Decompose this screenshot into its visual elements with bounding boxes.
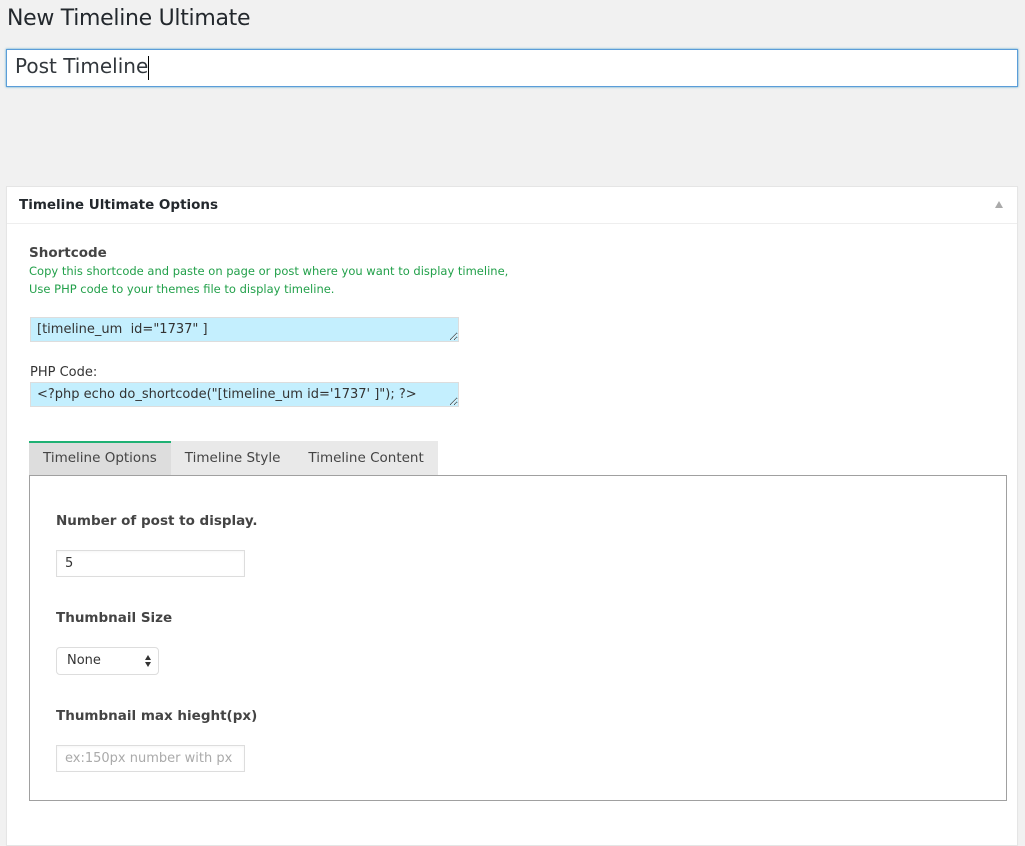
page-title: New Timeline Ultimate <box>7 6 251 31</box>
tab-timeline-content[interactable]: Timeline Content <box>294 441 438 476</box>
thumbnail-max-height-label: Thumbnail max hieght(px) <box>56 708 258 724</box>
metabox-header[interactable]: Timeline Ultimate Options <box>7 187 1017 224</box>
metabox-title: Timeline Ultimate Options <box>19 197 219 213</box>
shortcode-field[interactable]: [timeline_um id="1737" ] <box>30 317 459 342</box>
thumbnail-size-label: Thumbnail Size <box>56 610 173 626</box>
timeline-title-input[interactable]: Post Timeline <box>6 49 1018 87</box>
title-input-value: Post Timeline <box>15 54 149 78</box>
shortcode-hint-line2: Use PHP code to your themes file to disp… <box>29 282 335 296</box>
thumbnail-size-select[interactable]: None <box>56 647 159 675</box>
text-caret <box>148 55 150 80</box>
triangle-up-icon[interactable] <box>995 201 1003 208</box>
select-arrows-icon <box>145 655 152 667</box>
shortcode-section: Shortcode Copy this shortcode and paste … <box>29 245 1017 298</box>
thumbnail-max-height-input[interactable] <box>56 745 245 772</box>
shortcode-hint-line1: Copy this shortcode and paste on page or… <box>29 264 509 278</box>
options-tabs: Timeline Options Timeline Style Timeline… <box>29 441 438 476</box>
tab-timeline-style[interactable]: Timeline Style <box>170 441 295 476</box>
php-code-label: PHP Code: <box>30 365 98 380</box>
tab-timeline-options[interactable]: Timeline Options <box>29 441 171 476</box>
timeline-options-panel: Number of post to display. Thumbnail Siz… <box>29 475 1007 801</box>
php-code-field[interactable]: <?php echo do_shortcode("[timeline_um id… <box>30 382 459 407</box>
thumbnail-size-selected: None <box>67 653 101 668</box>
shortcode-label: Shortcode <box>29 245 107 261</box>
post-count-label: Number of post to display. <box>56 513 258 529</box>
timeline-options-metabox: Timeline Ultimate Options Shortcode Copy… <box>6 186 1018 846</box>
post-count-input[interactable] <box>56 550 245 577</box>
